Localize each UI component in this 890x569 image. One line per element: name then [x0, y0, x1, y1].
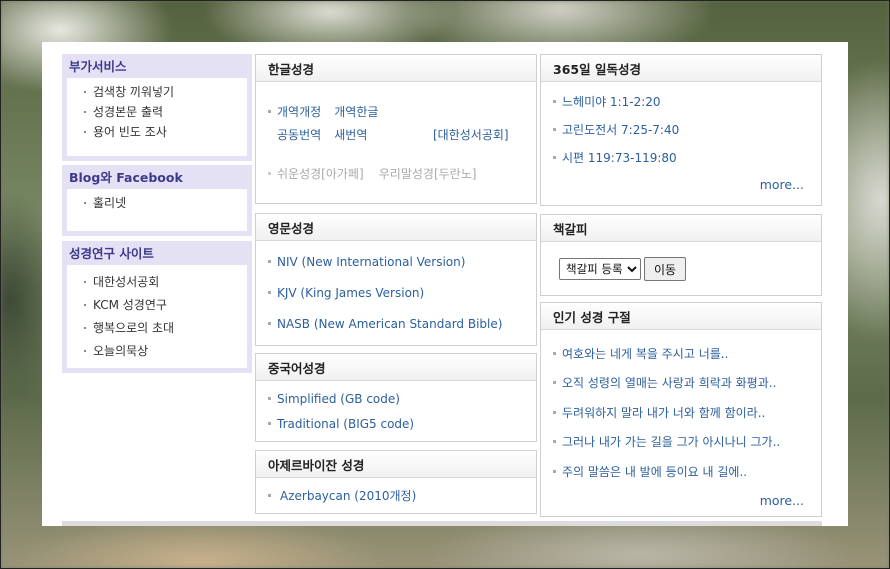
- english-bible-box: 영문성경 NIV (New International Version) KJV…: [255, 213, 537, 346]
- main-panel: 부가서비스 검색창 끼워넣기 성경본문 출력 용어 빈도 조사 Blog와 Fa…: [42, 42, 848, 526]
- azerbaijani-bible-title: 아제르바이잔 성경: [256, 451, 536, 478]
- link-simplified[interactable]: Simplified (GB code): [277, 392, 400, 406]
- bookmark-go-button[interactable]: 이동: [644, 257, 686, 281]
- azerbaijani-bible-box: 아제르바이잔 성경 Azerbaycan (2010개정): [255, 450, 537, 514]
- sidebar-item-kcm[interactable]: KCM 성경연구: [67, 295, 247, 318]
- sidebar-item-invitation[interactable]: 행복으로의 초대: [67, 318, 247, 341]
- link-azerbaycan[interactable]: Azerbaycan (2010개정): [280, 489, 416, 503]
- popular-verse-item[interactable]: 오직 성령의 열매는 사랑과 희락과 화평과..: [562, 376, 776, 390]
- sidebar-addons-title: 부가서비스: [69, 59, 127, 74]
- sidebar-research-title: 성경연구 사이트: [69, 246, 154, 261]
- popular-verse-item[interactable]: 여호와는 네게 복을 주시고 너를..: [562, 347, 728, 361]
- sidebar-item-print-text[interactable]: 성경본문 출력: [67, 102, 247, 122]
- link-easy-bible[interactable]: 쉬운성경[아가페]: [277, 167, 364, 181]
- sidebar-research: 성경연구 사이트 대한성서공회 KCM 성경연구 행복으로의 초대 오늘의묵상: [62, 241, 252, 373]
- sidebar-item-word-frequency[interactable]: 용어 빈도 조사: [67, 122, 247, 142]
- daily-reading-item[interactable]: 느헤미야 1:1-2:20: [562, 95, 661, 109]
- link-woorimal-bible[interactable]: 우리말성경[두란노]: [379, 167, 477, 181]
- daily-reading-item[interactable]: 고린도전서 7:25-7:40: [562, 123, 679, 137]
- korean-bible-box: 한글성경 개역개정 개역한글 공동번역 새번역 [대한성서공회] 쉬운성경[아가…: [255, 54, 537, 204]
- sidebar-blog-title: Blog와 Facebook: [69, 170, 183, 185]
- popular-verse-item[interactable]: 주의 말씀은 내 발에 등이요 내 길에..: [562, 465, 747, 479]
- sidebar-item-holynet[interactable]: 홀리넷: [67, 193, 247, 213]
- english-bible-title: 영문성경: [256, 214, 536, 241]
- daily-reading-box: 365일 일독성경 느헤미야 1:1-2:20 고린도전서 7:25-7:40 …: [540, 54, 822, 206]
- popular-verses-title: 인기 성경 구절: [541, 303, 821, 330]
- link-revised-korean[interactable]: 개역한글: [334, 105, 378, 119]
- popular-verse-item[interactable]: 두려워하지 말라 내가 너와 함께 함이라..: [562, 406, 765, 420]
- chinese-bible-box: 중국어성경 Simplified (GB code) Traditional (…: [255, 353, 537, 442]
- daily-reading-item[interactable]: 시편 119:73-119:80: [562, 151, 677, 165]
- korean-bible-title: 한글성경: [256, 55, 536, 82]
- daily-reading-title: 365일 일독성경: [541, 55, 821, 82]
- bookmark-box: 책갈피 책갈피 등록 이동: [540, 214, 822, 296]
- sidebar-addons: 부가서비스 검색창 끼워넣기 성경본문 출력 용어 빈도 조사: [62, 54, 252, 161]
- bottom-divider: [62, 521, 822, 526]
- link-new-translation[interactable]: 새번역: [334, 128, 367, 142]
- popular-verse-item[interactable]: 그러나 내가 가는 길을 그가 아시나니 그가..: [562, 435, 780, 449]
- sidebar-item-bible-society[interactable]: 대한성서공회: [67, 272, 247, 295]
- bookmark-title: 책갈피: [541, 215, 821, 242]
- link-bible-society[interactable]: [대한성서공회]: [433, 128, 509, 142]
- popular-verses-box: 인기 성경 구절 여호와는 네게 복을 주시고 너를.. 오직 성령의 열매는 …: [540, 302, 822, 517]
- bookmark-select[interactable]: 책갈피 등록: [559, 258, 641, 280]
- link-traditional[interactable]: Traditional (BIG5 code): [277, 417, 414, 431]
- daily-more-link[interactable]: more...: [760, 177, 804, 192]
- link-revised-new[interactable]: 개역개정: [277, 105, 321, 119]
- chinese-bible-title: 중국어성경: [256, 354, 536, 381]
- link-kjv[interactable]: KJV (King James Version): [277, 286, 424, 300]
- link-nasb[interactable]: NASB (New American Standard Bible): [277, 317, 502, 331]
- link-common-translation[interactable]: 공동번역: [277, 128, 321, 142]
- sidebar-item-search-embed[interactable]: 검색창 끼워넣기: [67, 82, 247, 102]
- popular-more-link[interactable]: more...: [760, 493, 804, 508]
- link-niv[interactable]: NIV (New International Version): [277, 255, 465, 269]
- sidebar-blog: Blog와 Facebook 홀리넷: [62, 165, 252, 236]
- sidebar-item-meditation[interactable]: 오늘의묵상: [67, 341, 247, 364]
